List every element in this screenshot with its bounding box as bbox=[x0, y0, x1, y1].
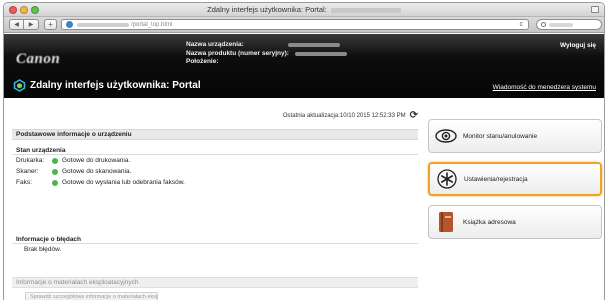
device-label: Faks: bbox=[16, 179, 32, 186]
redacted-value bbox=[287, 43, 340, 47]
status-ok-icon bbox=[52, 168, 58, 175]
last-update: Ostatnia aktualizacja:10/10 2015 12:52:3… bbox=[283, 110, 418, 121]
fullscreen-icon[interactable] bbox=[591, 6, 599, 13]
basic-info-heading: Podstawowe informacje o urządzeniu bbox=[12, 129, 418, 140]
back-button[interactable]: ◀ bbox=[9, 19, 24, 30]
device-status-block: Stan urządzenia Drukarka: Gotowe do druk… bbox=[12, 147, 418, 188]
error-text: Brak błędów. bbox=[24, 246, 62, 253]
menu-label: Monitor stanu/anulowanie bbox=[463, 132, 538, 140]
forward-button[interactable]: ▶ bbox=[24, 19, 39, 30]
status-row-scanner: Skaner: Gotowe do skanowania. bbox=[12, 166, 418, 177]
menu-settings-registration[interactable]: Ustawienia/rejestracja bbox=[428, 162, 602, 196]
add-bookmark-button[interactable]: + bbox=[44, 19, 57, 30]
status-ok-icon bbox=[52, 179, 58, 186]
menu-status-monitor[interactable]: Monitor stanu/anulowanie bbox=[428, 119, 602, 153]
brand-logo: Canon bbox=[16, 51, 61, 67]
redacted-text bbox=[330, 7, 401, 13]
search-field[interactable] bbox=[536, 19, 602, 30]
menu-label: Ustawienia/rejestracja bbox=[464, 175, 528, 183]
browser-window: Zdalny interfejs użytkownika: Portal: ◀ … bbox=[3, 2, 605, 300]
error-heading: Informacje o błędach bbox=[12, 236, 418, 244]
status-row-fax: Faks: Gotowe do wysłania lub odebrania f… bbox=[12, 177, 418, 188]
device-label: Skaner: bbox=[16, 168, 39, 175]
portal-content: Ostatnia aktualizacja:10/10 2015 12:52:3… bbox=[4, 98, 604, 300]
device-status-text: Gotowe do wysłania lub odebrania faksów. bbox=[62, 179, 185, 186]
logout-link[interactable]: Wyloguj się bbox=[560, 42, 596, 49]
device-status-text: Gotowe do skanowania. bbox=[62, 168, 132, 175]
browser-toolbar: ◀ ▶ + /portal_top.html c bbox=[4, 17, 604, 33]
address-book-icon bbox=[435, 211, 457, 233]
status-ok-icon bbox=[52, 157, 58, 164]
window-title: Zdalny interfejs użytkownika: Portal: bbox=[4, 5, 604, 14]
settings-asterisk-icon bbox=[436, 168, 458, 190]
menu-address-book[interactable]: Książka adresowa bbox=[428, 205, 602, 239]
device-label: Drukarka: bbox=[16, 157, 45, 164]
last-update-text: Ostatnia aktualizacja:10/10 2015 12:52:3… bbox=[282, 112, 406, 119]
device-name-label: Nazwa urządzenia: bbox=[186, 41, 244, 48]
redacted-url bbox=[77, 22, 129, 27]
title-bar: Zdalny interfejs użytkownika: Portal: bbox=[4, 3, 604, 17]
menu-label: Książka adresowa bbox=[463, 218, 516, 226]
url-path: /portal_top.html bbox=[131, 21, 173, 28]
refresh-icon[interactable]: ⟳ bbox=[410, 110, 418, 121]
status-row-printer: Drukarka: Gotowe do drukowania. bbox=[12, 155, 418, 166]
portal-header: Canon Nazwa urządzenia: Nazwa produktu (… bbox=[4, 34, 604, 98]
search-placeholder-redacted bbox=[549, 22, 573, 27]
device-info: Nazwa urządzenia: Nazwa produktu (numer … bbox=[186, 41, 347, 67]
device-status-heading: Stan urządzenia bbox=[12, 147, 418, 155]
reload-icon[interactable]: c bbox=[520, 21, 524, 28]
product-name-label: Nazwa produktu (numer seryjny): bbox=[186, 49, 289, 57]
redacted-value bbox=[294, 51, 347, 56]
consumables-details-button[interactable]: Sprawdź szczegółowe informacje o materia… bbox=[25, 292, 158, 300]
admin-message-link[interactable]: Wiadomość do menedżera systemu bbox=[493, 84, 596, 91]
page-title: Zdalny interfejs użytkownika: Portal bbox=[30, 80, 201, 91]
consumables-heading: Informacje o materiałach eksploatacyjnyc… bbox=[12, 277, 418, 288]
portal-icon bbox=[13, 79, 26, 92]
error-block: Informacje o błędach Brak błędów. bbox=[12, 236, 418, 256]
site-globe-icon bbox=[66, 21, 73, 28]
location-label: Położenie: bbox=[186, 58, 219, 65]
window-title-text: Zdalny interfejs użytkownika: Portal: bbox=[207, 5, 327, 14]
search-icon bbox=[541, 22, 546, 27]
eye-icon bbox=[435, 125, 457, 147]
address-bar[interactable]: /portal_top.html c bbox=[61, 19, 529, 30]
nav-buttons: ◀ ▶ bbox=[9, 19, 39, 30]
device-status-text: Gotowe do drukowania. bbox=[62, 157, 131, 164]
